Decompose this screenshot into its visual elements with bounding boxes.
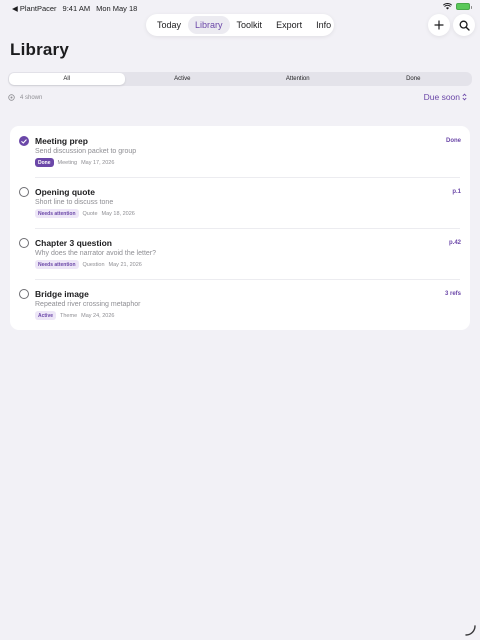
status-right	[443, 3, 472, 10]
status-time: 9:41 AM	[62, 4, 91, 13]
filter-attention[interactable]: Attention	[240, 73, 356, 85]
item-date: May 18, 2026	[101, 210, 135, 217]
item-title: Meeting prep	[35, 136, 88, 146]
item-ref: p.42	[448, 240, 461, 246]
tab-today[interactable]: Today	[150, 16, 188, 34]
completion-checkbox[interactable]	[19, 238, 29, 248]
item-subtitle: Send discussion packet to group	[35, 148, 137, 155]
add-button[interactable]	[428, 14, 450, 36]
item-type: Meeting	[57, 159, 78, 166]
item-meta: Done Meeting May 17, 2026	[35, 158, 114, 167]
item-date: May 17, 2026	[81, 159, 115, 166]
completion-checkbox[interactable]	[19, 289, 29, 299]
list-item[interactable]: Chapter 3 question Why does the narrator…	[10, 228, 470, 279]
item-meta: Active Theme May 24, 2026	[35, 311, 114, 320]
item-date: May 24, 2026	[81, 312, 115, 319]
battery-icon	[456, 3, 472, 10]
list-item[interactable]: Bridge image Repeated river crossing met…	[10, 279, 470, 330]
page-title: Library	[10, 40, 70, 59]
item-count: 4 shown	[8, 94, 42, 101]
sort-label: Due soon	[423, 92, 460, 102]
top-nav-tabs: Today Library Toolkit Export Info	[146, 14, 334, 36]
list-item[interactable]: Meeting prep Send discussion packet to g…	[10, 126, 470, 177]
chevron-up-down-icon	[462, 93, 467, 101]
target-icon	[8, 94, 15, 101]
sort-button[interactable]: Due soon	[424, 92, 467, 102]
status-date: Mon May 18	[96, 4, 138, 13]
item-subtitle: Repeated river crossing metaphor	[35, 301, 141, 308]
completion-checkbox[interactable]	[19, 136, 29, 146]
status-badge: Needs attention	[35, 209, 79, 218]
item-subtitle: Why does the narrator avoid the letter?	[35, 250, 157, 257]
item-subtitle: Short line to discuss tone	[35, 199, 114, 206]
item-meta: Needs attention Question May 21, 2026	[35, 260, 142, 269]
filter-active[interactable]: Active	[125, 73, 241, 85]
item-type: Theme	[60, 312, 78, 319]
resize-handle-icon[interactable]	[464, 624, 476, 636]
item-ref: p.1	[452, 189, 461, 195]
count-label: 4 shown	[20, 94, 43, 101]
filter-done[interactable]: Done	[356, 73, 472, 85]
item-title: Chapter 3 question	[35, 238, 112, 248]
item-type: Question	[82, 261, 105, 268]
back-app-label: PlantPacer	[19, 4, 57, 13]
tab-export[interactable]: Export	[269, 16, 309, 34]
plus-icon	[434, 20, 444, 30]
item-ref: 3 refs	[444, 291, 461, 297]
item-ref: Done	[446, 138, 461, 144]
item-title: Opening quote	[35, 187, 95, 197]
status-badge: Needs attention	[35, 260, 79, 269]
item-type: Quote	[82, 210, 98, 217]
completion-checkbox[interactable]	[19, 187, 29, 197]
library-list: Meeting prep Send discussion packet to g…	[10, 126, 470, 330]
tab-info[interactable]: Info	[309, 16, 338, 34]
search-icon	[459, 20, 470, 31]
status-badge: Done	[35, 158, 54, 167]
status-badge: Active	[35, 311, 57, 320]
wifi-icon	[443, 3, 452, 10]
item-date: May 21, 2026	[108, 261, 142, 268]
filter-segmented-control: All Active Attention Done	[8, 72, 472, 86]
item-meta: Needs attention Quote May 18, 2026	[35, 209, 135, 218]
list-item[interactable]: Opening quote Short line to discuss tone…	[10, 177, 470, 228]
tab-toolkit[interactable]: Toolkit	[230, 16, 270, 34]
filter-all[interactable]: All	[9, 73, 125, 85]
checkmark-icon	[21, 138, 27, 144]
status-left: ◀ PlantPacer 9:41 AM Mon May 18	[12, 4, 137, 13]
search-button[interactable]	[453, 14, 475, 36]
back-to-app-link[interactable]: ◀ PlantPacer	[12, 4, 57, 13]
tab-library[interactable]: Library	[188, 16, 230, 34]
item-title: Bridge image	[35, 289, 89, 299]
